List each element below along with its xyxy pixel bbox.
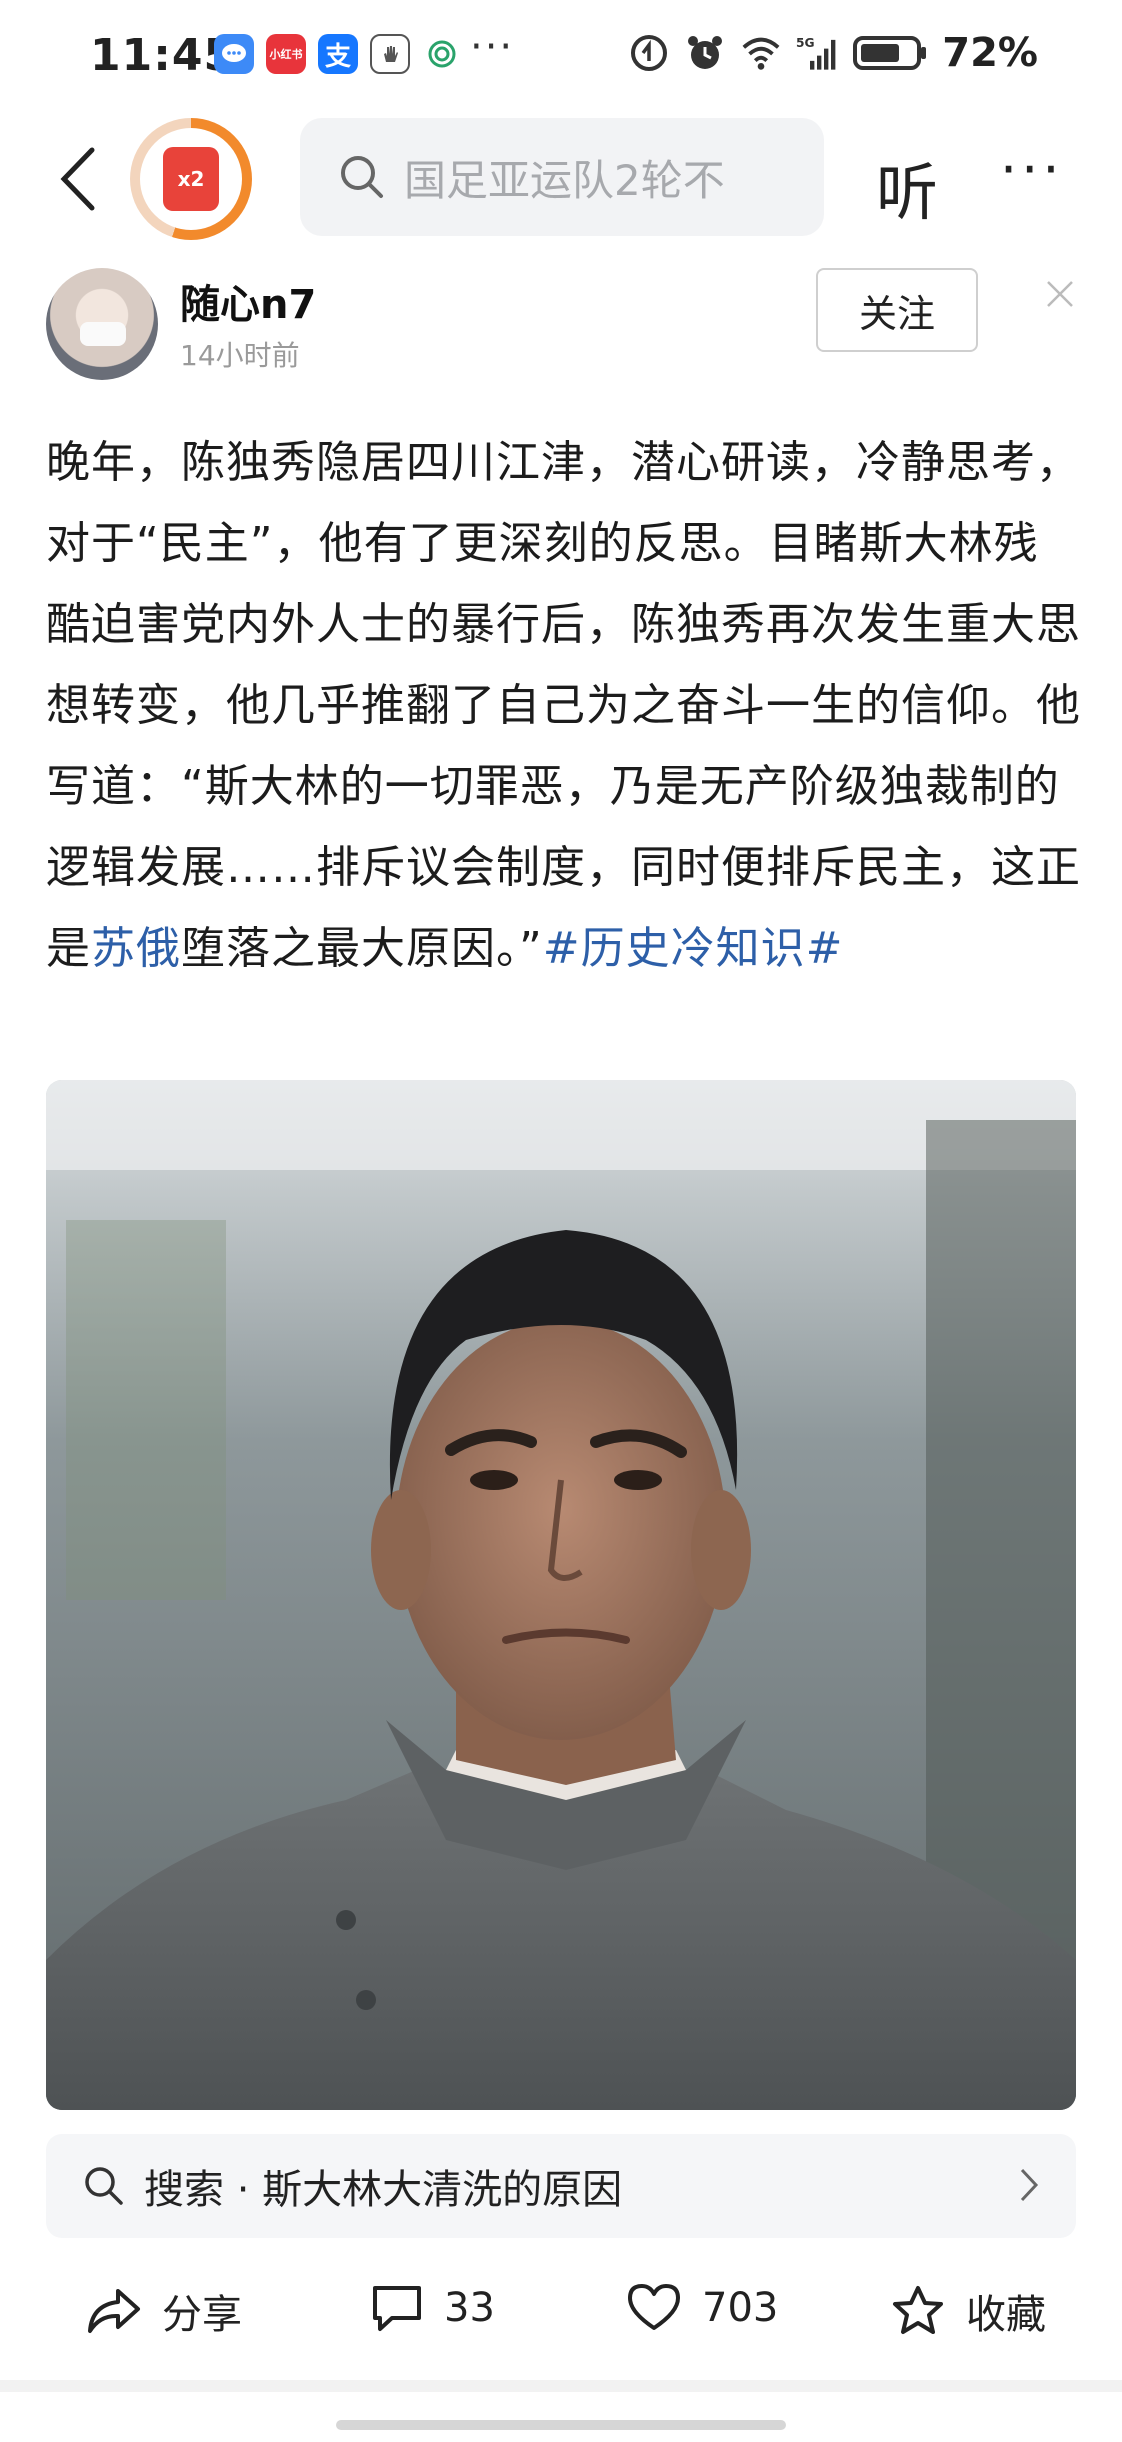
share-button[interactable]: 分享	[86, 2282, 242, 2340]
listen-button[interactable]: 听	[876, 142, 938, 232]
portrait-illustration	[46, 1080, 1076, 2110]
bottom-divider	[0, 2380, 1122, 2392]
favorite-label: 收藏	[966, 2292, 1046, 2338]
close-icon	[1047, 281, 1073, 307]
close-button[interactable]	[1040, 274, 1080, 314]
status-bar: 11:45 小红书 支 ··· 5G 72%	[0, 0, 1122, 118]
status-app-icons: 小红书 支	[214, 34, 462, 74]
comment-button[interactable]: 33	[370, 2282, 495, 2334]
chevron-right-icon	[1020, 2168, 1039, 2202]
red-envelope-icon: x2	[163, 147, 219, 211]
search-input[interactable]: 国足亚运队2轮不	[300, 118, 824, 236]
post-time: 14小时前	[180, 339, 300, 372]
avatar-mask-shape	[80, 322, 126, 346]
wifi-icon	[740, 32, 782, 74]
search-icon	[85, 2167, 123, 2205]
reward-inner: x2	[140, 128, 242, 230]
share-label: 分享	[162, 2292, 242, 2338]
reward-badge: x2	[177, 167, 205, 191]
chevron-left-icon	[60, 147, 95, 211]
search-icon	[341, 156, 383, 198]
cellular-5g-icon: 5G	[796, 32, 838, 74]
xiaohongshu-app-icon: 小红书	[266, 34, 306, 74]
data-saver-icon	[628, 32, 670, 74]
action-bar: 分享 33 703 收藏	[0, 2262, 1122, 2362]
comment-count: 33	[444, 2285, 495, 2331]
search-suggestion-label: 搜索 · 斯大林大清洗的原因	[144, 2167, 623, 2213]
favorite-button[interactable]: 收藏	[890, 2282, 1046, 2340]
home-indicator	[336, 2420, 786, 2430]
heart-icon	[628, 2284, 680, 2330]
article-body: 晚年，陈独秀隐居四川江津，潜心研读，冷静思考，对于“民主”，他有了更深刻的反思。…	[46, 422, 1082, 989]
battery-icon	[852, 32, 928, 74]
article-link-suge[interactable]: 苏俄	[91, 923, 181, 974]
alipay-app-icon: 支	[318, 34, 358, 74]
author-name[interactable]: 随心n7	[180, 272, 316, 330]
author-row: 随心n7 14小时前 关注	[0, 262, 1122, 382]
share-icon	[88, 2289, 140, 2333]
reward-button[interactable]: x2	[130, 118, 252, 240]
article-photo[interactable]	[46, 1080, 1076, 2110]
avatar[interactable]	[46, 268, 158, 380]
search-suggestion[interactable]: 搜索 · 斯大林大清洗的原因	[46, 2134, 1076, 2238]
like-button[interactable]: 703	[626, 2282, 778, 2334]
follow-button[interactable]: 关注	[816, 268, 978, 352]
battery-percent: 72%	[942, 30, 1038, 76]
comment-icon	[373, 2286, 421, 2331]
back-button[interactable]	[48, 144, 108, 214]
search-placeholder: 国足亚运队2轮不	[404, 155, 725, 205]
top-nav: x2 国足亚运队2轮不 听 ···	[0, 118, 1122, 240]
article-text: 晚年，陈独秀隐居四川江津，潜心研读，冷静思考，对于“民主”，他有了更深刻的反思。…	[46, 437, 1081, 974]
hashtag-link[interactable]: #历史冷知识#	[543, 923, 844, 974]
alarm-icon	[684, 32, 726, 74]
more-button[interactable]: ···	[1000, 138, 1064, 201]
status-system-icons: 5G 72%	[628, 30, 1038, 76]
star-icon	[893, 2286, 943, 2334]
article-text-end: 堕落之最大原因。”	[181, 923, 543, 974]
svg-text:5G: 5G	[796, 36, 815, 50]
like-count: 703	[702, 2285, 779, 2331]
mobile-app-icon	[422, 34, 462, 74]
message-app-icon	[214, 34, 254, 74]
hand-app-icon	[370, 34, 410, 74]
status-more-dots: ···	[470, 24, 515, 70]
